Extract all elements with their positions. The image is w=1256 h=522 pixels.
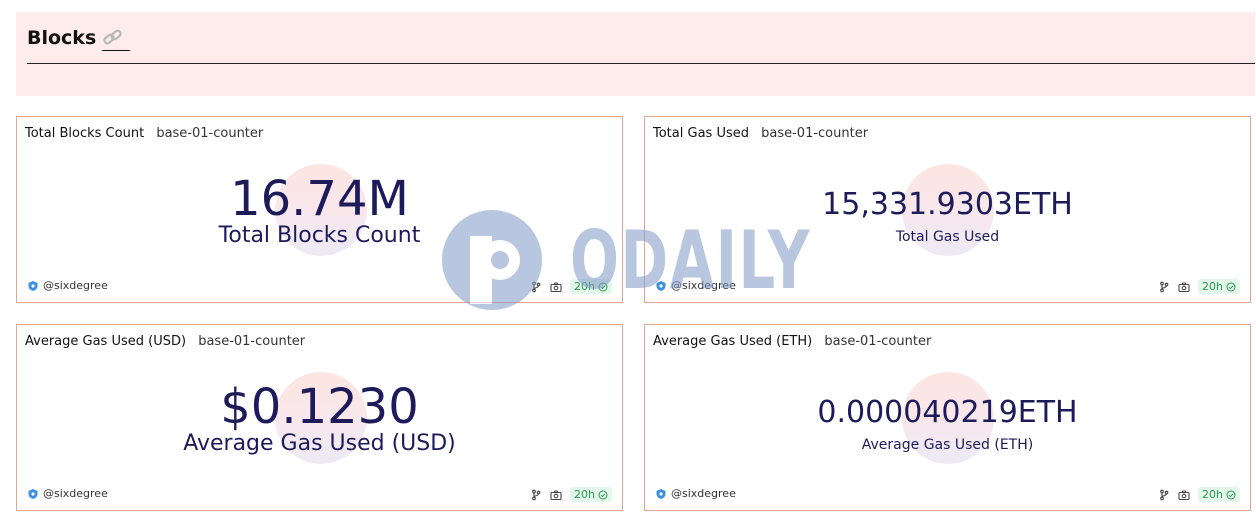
shield-icon (656, 280, 666, 291)
shield-icon (28, 280, 38, 291)
refresh-age-badge[interactable]: 20h (1198, 279, 1240, 294)
fork-icon[interactable] (1158, 489, 1170, 501)
refresh-age-text: 20h (1202, 280, 1223, 293)
card-title: Average Gas Used (ETH) base-01-counter (653, 334, 931, 349)
fork-icon[interactable] (1158, 281, 1170, 293)
check-circle-icon (598, 490, 608, 499)
counter-value: $0.1230 (220, 379, 419, 435)
card-title: Total Blocks Count base-01-counter (25, 126, 263, 141)
counter-caption: Total Blocks Count (218, 223, 421, 248)
counter-card-total-blocks: Total Blocks Count base-01-counter 16.74… (16, 116, 623, 303)
dashboard-section-header: Blocks (16, 12, 1255, 96)
author-name: @sixdegree (671, 487, 736, 500)
card-tools: 20h (1158, 279, 1240, 294)
author-name: @sixdegree (43, 279, 108, 292)
card-title-subtitle: base-01-counter (156, 126, 264, 141)
author-name: @sixdegree (43, 487, 108, 500)
fork-icon[interactable] (530, 281, 542, 293)
counter-value: 15,331.9303ETH (822, 187, 1073, 222)
author-link[interactable]: @sixdegree (27, 487, 108, 500)
check-circle-icon (598, 282, 608, 291)
counter-value: 16.74M (230, 171, 409, 227)
shield-icon (656, 488, 666, 499)
card-title: Total Gas Used base-01-counter (653, 126, 868, 141)
shield-icon (28, 488, 38, 499)
refresh-age-text: 20h (574, 488, 595, 501)
counter-caption: Average Gas Used (USD) (183, 431, 456, 456)
refresh-age-badge[interactable]: 20h (570, 279, 612, 294)
link-icon[interactable] (102, 28, 131, 51)
counter-card-avg-gas-eth: Average Gas Used (ETH) base-01-counter 0… (644, 324, 1251, 511)
counter-value: 0.000040219ETH (817, 395, 1078, 430)
fork-icon[interactable] (530, 489, 542, 501)
card-title-subtitle: base-01-counter (824, 334, 932, 349)
refresh-age-text: 20h (1202, 488, 1223, 501)
author-name: @sixdegree (671, 279, 736, 292)
counter-caption: Total Gas Used (895, 229, 1000, 245)
card-title-name[interactable]: Total Gas Used (653, 126, 749, 141)
check-circle-icon (1226, 490, 1236, 499)
section-title-text: Blocks (27, 26, 97, 49)
counter-card-total-gas: Total Gas Used base-01-counter 15,331.93… (644, 116, 1251, 303)
card-title-name[interactable]: Total Blocks Count (25, 126, 144, 141)
card-title-name[interactable]: Average Gas Used (USD) (25, 334, 186, 349)
camera-icon[interactable] (1178, 489, 1190, 501)
counter-caption: Average Gas Used (ETH) (861, 437, 1034, 453)
header-divider (27, 63, 1255, 64)
card-tools: 20h (530, 279, 612, 294)
author-link[interactable]: @sixdegree (655, 487, 736, 500)
section-title: Blocks (27, 26, 131, 51)
author-link[interactable]: @sixdegree (655, 279, 736, 292)
refresh-age-badge[interactable]: 20h (570, 487, 612, 502)
camera-icon[interactable] (550, 281, 562, 293)
card-tools: 20h (1158, 487, 1240, 502)
refresh-age-badge[interactable]: 20h (1198, 487, 1240, 502)
author-link[interactable]: @sixdegree (27, 279, 108, 292)
refresh-age-text: 20h (574, 280, 595, 293)
check-circle-icon (1226, 282, 1236, 291)
counter-card-avg-gas-usd: Average Gas Used (USD) base-01-counter $… (16, 324, 623, 511)
card-tools: 20h (530, 487, 612, 502)
card-title-name[interactable]: Average Gas Used (ETH) (653, 334, 812, 349)
camera-icon[interactable] (550, 489, 562, 501)
camera-icon[interactable] (1178, 281, 1190, 293)
card-title-subtitle: base-01-counter (761, 126, 869, 141)
card-title: Average Gas Used (USD) base-01-counter (25, 334, 305, 349)
card-title-subtitle: base-01-counter (198, 334, 306, 349)
